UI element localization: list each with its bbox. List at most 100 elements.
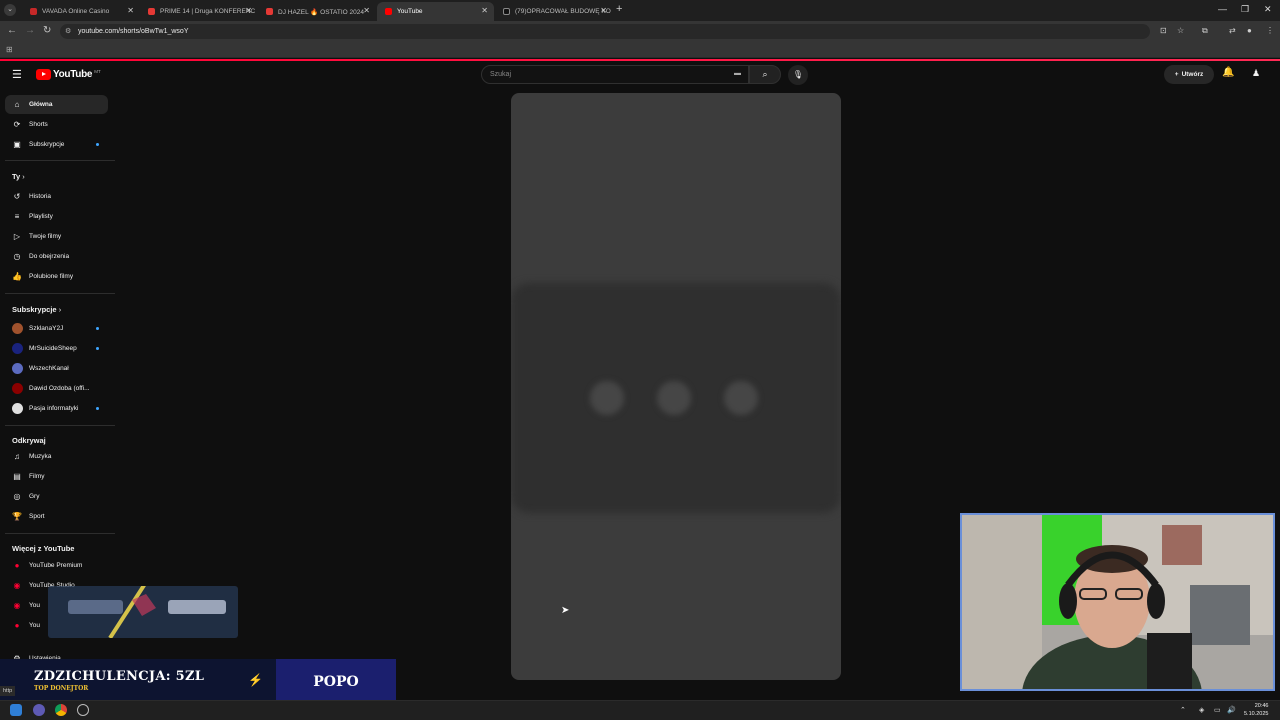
minimize-icon[interactable]: — [1218, 4, 1227, 14]
history-icon: ↺ [13, 192, 21, 201]
close-tab-icon[interactable]: ✕ [363, 6, 370, 15]
tray-chevron-icon[interactable]: ⌃ [1180, 706, 1186, 714]
sidebar-channel-item[interactable]: MrSuicideSheep [5, 339, 108, 358]
sidebar-channel-item[interactable]: WszechKanał [5, 359, 108, 378]
sidebar-item-sport[interactable]: 🏆 Sport [5, 507, 108, 526]
sidebar-item-history[interactable]: ↺ Historia [5, 187, 108, 206]
sidebar-item-youtube-premium[interactable]: ● YouTube Premium [5, 556, 108, 575]
your-videos-icon: ▷ [13, 232, 21, 241]
clock-time: 20:46 [1254, 703, 1269, 709]
create-button[interactable]: + Utwórz [1164, 65, 1214, 84]
site-info-icon[interactable]: ⚙ [65, 27, 71, 35]
sidebar-item-label: Subskrypcje [29, 141, 65, 148]
new-content-dot [96, 143, 99, 146]
profile-icon[interactable]: ● [1247, 26, 1252, 35]
sidebar-item-label: YouTube Premium [29, 562, 83, 569]
subscriptions-section-header[interactable]: Subskrypcje › [12, 305, 61, 314]
hamburger-menu-icon[interactable]: ☰ [12, 68, 22, 81]
install-app-icon[interactable]: ⊡ [1160, 26, 1167, 35]
thumbs-up-icon: 👍 [12, 272, 22, 281]
shorts-player[interactable] [511, 93, 841, 680]
channel-name: MrSuicideSheep [29, 345, 77, 352]
restore-icon[interactable]: ❐ [1241, 4, 1249, 15]
sidebar-item-your-videos[interactable]: ▷ Twoje filmy [5, 227, 108, 246]
apps-icon[interactable]: ⊞ [6, 45, 13, 54]
cast-icon[interactable]: ⇄ [1229, 26, 1236, 35]
chevron-right-icon: › [22, 172, 25, 181]
search-button[interactable]: ⌕ [749, 65, 781, 84]
tray-app-icon[interactable]: ◈ [1199, 706, 1204, 714]
loading-dot [724, 381, 758, 415]
donation-subtitle: TOP DONEJTOR [34, 685, 89, 692]
tab-title: VAVADA Online Casino [42, 8, 110, 15]
shorts-icon: ⟳ [13, 120, 21, 129]
sidebar-item-label: Playlisty [29, 213, 53, 220]
forward-icon[interactable]: → [25, 25, 35, 36]
you-section-header[interactable]: Ty › [12, 172, 25, 181]
sidebar-item-label: Twoje filmy [29, 233, 62, 240]
sidebar-item-movies[interactable]: ▤ Filmy [5, 467, 108, 486]
back-icon[interactable]: ← [7, 25, 17, 36]
clock[interactable]: 20:46 5.10.2025 [1244, 702, 1268, 718]
sidebar-item-shorts[interactable]: ⟳ Shorts [5, 115, 108, 134]
chrome-icon[interactable] [55, 704, 67, 716]
playlists-icon: ≡ [14, 212, 20, 221]
sidebar-item-gaming[interactable]: ◎ Gry [5, 487, 108, 506]
volume-icon[interactable]: 🔊 [1227, 706, 1236, 714]
obs-icon[interactable] [77, 704, 89, 716]
browser-tab[interactable]: DJ HAZEL 🔥 OSTATIO 2024 🔥 | ✕ [258, 2, 376, 21]
sidebar-item-playlists[interactable]: ≡ Playlisty [5, 207, 108, 226]
channel-name: WszechKanał [29, 365, 69, 372]
sidebar-item-watch-later[interactable]: ◷ Do obejrzenia [5, 247, 108, 266]
browser-tab-active[interactable]: YouTube ✕ [377, 2, 494, 21]
sidebar-channel-item[interactable]: SzklanaY2J [5, 319, 108, 338]
notifications-bell-icon[interactable]: 🔔 [1222, 67, 1234, 78]
channel-avatar [12, 383, 23, 394]
sidebar-item-liked-videos[interactable]: 👍 Polubione filmy [5, 267, 108, 286]
browser-tab[interactable]: PRIME 14 | Druga KONFERENC ✕ [140, 2, 258, 21]
search-icon: ⌕ [762, 69, 768, 79]
new-tab-icon[interactable]: + [616, 3, 622, 15]
tab-search-button[interactable]: ⌄ [4, 4, 16, 16]
divider [5, 293, 115, 294]
reload-icon[interactable]: ↻ [43, 25, 51, 36]
channel-name: Dawid Ozdoba (offi... [29, 385, 90, 392]
sidebar-channel-item[interactable]: Pasja informatyki [5, 399, 108, 418]
browser-tab[interactable]: VAVADA Online Casino ✕ [22, 2, 140, 21]
sidebar-channel-item[interactable]: Dawid Ozdoba (offi... [5, 379, 108, 398]
channel-avatar [12, 323, 23, 334]
sidebar-item-label: Shorts [29, 121, 48, 128]
network-icon[interactable]: ▭ [1214, 706, 1221, 714]
youtube-studio-icon: ◉ [13, 581, 21, 590]
new-content-dot [96, 347, 99, 350]
youtube-logo[interactable]: YouTube MT [36, 69, 101, 80]
donation-logo-icon: ⚡ [248, 673, 263, 687]
youtube-premium-icon: ● [14, 561, 20, 570]
sidebar-item-music[interactable]: ♫ Muzyka [5, 447, 108, 466]
close-window-icon[interactable]: ✕ [1264, 4, 1272, 15]
bookmark-star-icon[interactable]: ☆ [1177, 26, 1184, 35]
search-input[interactable]: Szukaj [481, 65, 749, 84]
close-tab-icon[interactable]: ✕ [245, 6, 252, 15]
close-tab-icon[interactable]: ✕ [600, 6, 607, 15]
sidebar-item-label: You [29, 622, 40, 629]
discord-icon[interactable] [33, 704, 45, 716]
browser-menu-icon[interactable]: ⋮ [1266, 26, 1274, 35]
account-avatar[interactable]: ♟ [1252, 68, 1262, 80]
clock-date: 5.10.2025 [1244, 711, 1269, 717]
sidebar-item-subscriptions[interactable]: ▣ Subskrypcje [5, 135, 108, 154]
webcam-overlay [960, 513, 1275, 691]
explore-section-header: Odkrywaj [12, 436, 46, 445]
keyboard-icon[interactable]: ▬ [734, 70, 741, 77]
close-tab-icon[interactable]: ✕ [481, 6, 488, 15]
close-tab-icon[interactable]: ✕ [127, 6, 134, 15]
browser-tab[interactable]: (79)OPRACOWAŁ BUDOWĘ KO ✕ [495, 2, 613, 21]
windows-start-icon[interactable] [10, 704, 22, 716]
sidebar-item-home[interactable]: ⌂ Główna [5, 95, 108, 114]
divider [5, 160, 115, 161]
voice-search-button[interactable]: 🎙 [788, 65, 808, 85]
watch-later-icon: ◷ [13, 252, 21, 261]
channel-avatar [12, 363, 23, 374]
extensions-icon[interactable]: ⧉ [1202, 26, 1208, 36]
url-field[interactable]: youtube.com/shorts/oBwTw1_wsoY [60, 24, 1150, 39]
